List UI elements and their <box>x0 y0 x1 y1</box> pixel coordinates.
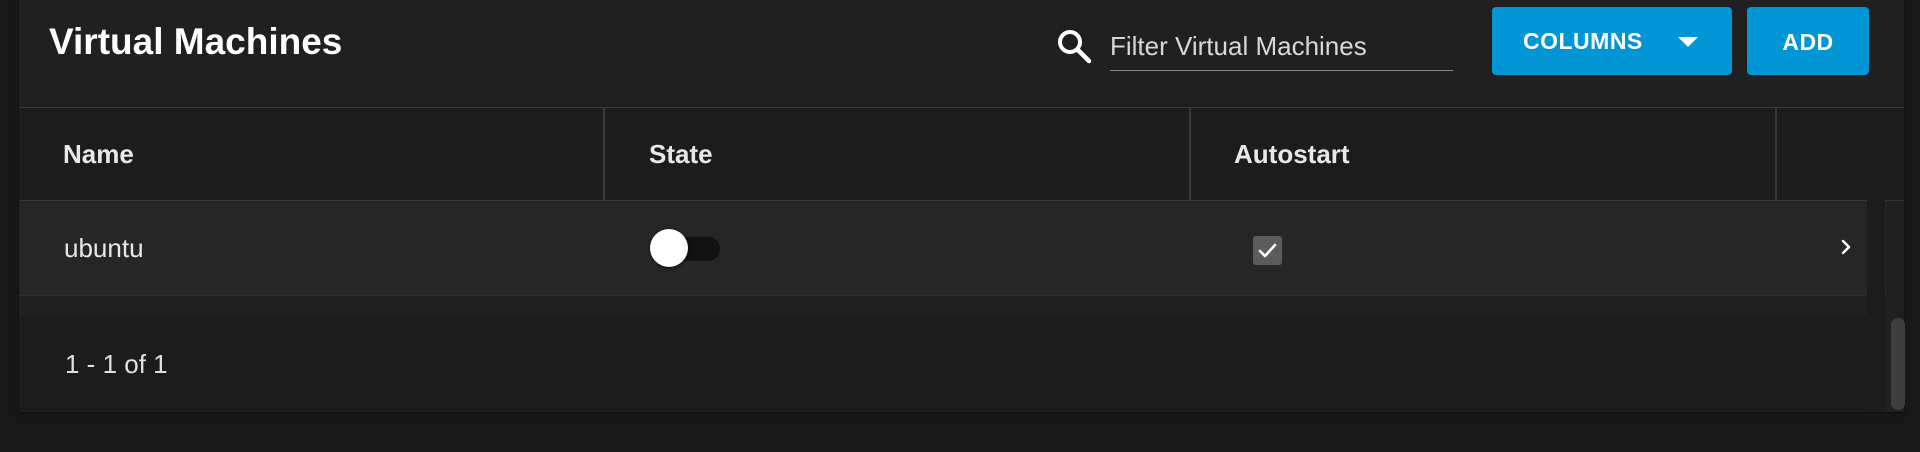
table-row[interactable]: ubuntu <box>19 201 1886 296</box>
add-button[interactable]: ADD <box>1747 7 1869 75</box>
state-toggle-thumb <box>650 229 688 267</box>
column-divider <box>1189 108 1191 200</box>
vm-name: ubuntu <box>64 233 144 263</box>
column-divider <box>1775 108 1777 200</box>
scrollbar-track[interactable] <box>1867 108 1885 412</box>
chevron-right-icon[interactable] <box>1836 234 1856 260</box>
state-toggle[interactable] <box>650 229 720 267</box>
columns-button[interactable]: COLUMNS <box>1492 7 1732 75</box>
autostart-checkbox[interactable] <box>1253 236 1282 265</box>
column-divider <box>603 108 605 200</box>
search-input[interactable] <box>1110 22 1453 71</box>
table-header: Name State Autostart <box>19 108 1904 201</box>
check-icon <box>1258 243 1277 258</box>
paginator: 1 - 1 of 1 <box>19 316 1886 411</box>
column-header-state[interactable]: State <box>649 108 713 200</box>
scrollbar-thumb[interactable] <box>1891 318 1905 410</box>
paginator-range-label: 1 - 1 of 1 <box>65 349 168 379</box>
page-title: Virtual Machines <box>49 21 343 62</box>
caret-down-icon <box>1678 37 1698 47</box>
columns-button-label: COLUMNS <box>1523 28 1643 54</box>
search-icon <box>1054 26 1094 66</box>
column-header-name[interactable]: Name <box>63 108 134 200</box>
vm-list-card: Virtual Machines COLUMNS ADD Name State … <box>19 0 1904 412</box>
search-box <box>1054 22 1474 72</box>
toolbar: Virtual Machines COLUMNS ADD <box>19 0 1904 108</box>
column-header-autostart[interactable]: Autostart <box>1234 108 1350 200</box>
